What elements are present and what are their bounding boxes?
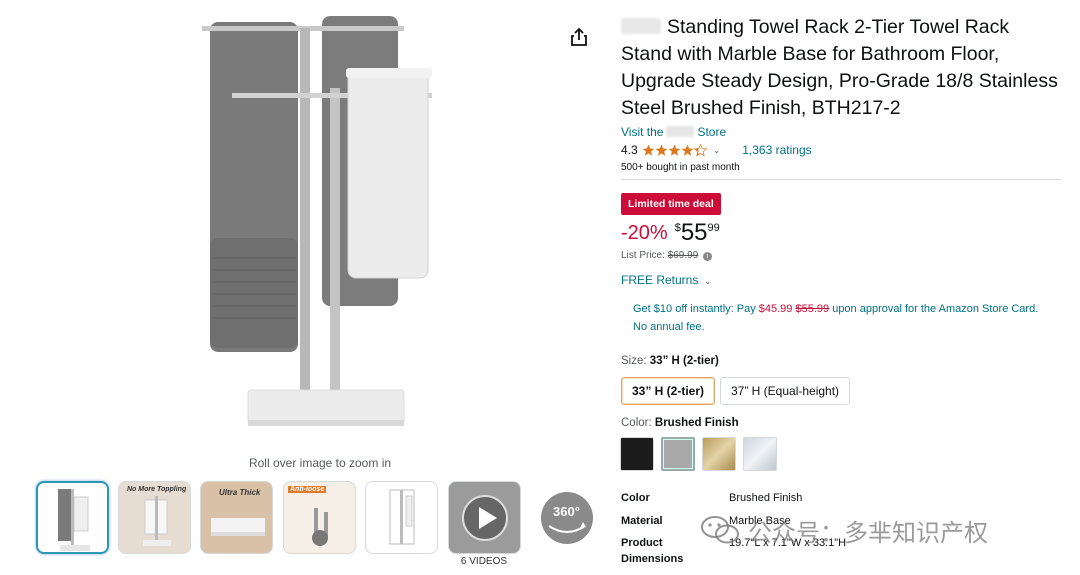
chevron-down-icon[interactable]: ⌄ bbox=[713, 145, 721, 156]
play-icon bbox=[462, 495, 508, 541]
card-offer-text: upon approval for the Amazon Store Card. bbox=[829, 303, 1039, 315]
card-offer-text: Get $10 off instantly: Pay bbox=[633, 303, 759, 315]
size-selected-value: 33” H (2-tier) bbox=[649, 355, 719, 367]
ratings-count-link[interactable]: 1,363 ratings bbox=[742, 143, 811, 157]
star-full-icon bbox=[642, 144, 655, 156]
color-swatch-silver[interactable] bbox=[743, 437, 777, 471]
thumb-caption: Anti-loose bbox=[288, 486, 327, 493]
free-returns-link[interactable]: FREE Returns ⌄ bbox=[621, 273, 711, 287]
color-swatch-brushed[interactable] bbox=[661, 437, 695, 471]
star-full-icon bbox=[655, 144, 668, 156]
thumb-dimension-image bbox=[389, 489, 415, 545]
thumbnail-4[interactable]: Anti-loose bbox=[283, 481, 356, 554]
size-label: Size: 33” H (2-tier) bbox=[621, 355, 719, 367]
product-title: Standing Towel Rack 2-Tier Towel Rack St… bbox=[621, 14, 1061, 122]
price-fraction: 99 bbox=[707, 222, 720, 234]
thumb-caption: 360° bbox=[553, 504, 580, 519]
discount-percent: -20% bbox=[621, 222, 668, 244]
thumb-caption: No More Toppling bbox=[127, 486, 187, 493]
thumbnail-5[interactable] bbox=[365, 481, 438, 554]
star-full-icon bbox=[668, 144, 681, 156]
size-option-37-equal[interactable]: 37” H (Equal-height) bbox=[720, 377, 851, 405]
list-price: List Price: $69.99 i bbox=[621, 250, 713, 261]
star-full-icon bbox=[681, 144, 694, 156]
rating-value: 4.3 bbox=[621, 143, 638, 157]
size-label-text: Size: bbox=[621, 355, 647, 367]
thumbnail-video[interactable] bbox=[448, 481, 521, 554]
card-offer-new-price: $45.99 bbox=[758, 303, 793, 315]
color-swatch-gold[interactable] bbox=[702, 437, 736, 471]
zoom-hint: Roll over image to zoom in bbox=[248, 456, 392, 470]
star-rating[interactable] bbox=[642, 143, 707, 157]
spec-key: Material bbox=[621, 515, 663, 527]
color-label-text: Color: bbox=[621, 417, 652, 429]
color-label: Color: Brushed Finish bbox=[621, 417, 739, 429]
share-icon[interactable] bbox=[568, 26, 590, 48]
redacted-store-name bbox=[666, 126, 695, 137]
product-title-text: Standing Towel Rack 2-Tier Towel Rack St… bbox=[621, 16, 1058, 119]
list-price-value: $69.99 bbox=[667, 250, 699, 261]
spec-value: 19.7"L x 7.1"W x 33.1"H bbox=[729, 537, 847, 549]
thumbnail-360[interactable]: 360° bbox=[530, 481, 603, 554]
main-product-image[interactable] bbox=[180, 8, 470, 448]
visit-store-link[interactable]: Visit the Store bbox=[621, 125, 726, 139]
star-partial-icon bbox=[693, 143, 707, 157]
spec-key: Product Dimensions bbox=[621, 537, 684, 565]
size-option-33-2tier[interactable]: 33” H (2-tier) bbox=[621, 377, 716, 405]
free-returns-label: FREE Returns bbox=[621, 273, 699, 287]
limited-deal-badge: Limited time deal bbox=[621, 193, 721, 215]
redacted-brand bbox=[621, 18, 661, 34]
price-row: -20% $ 55 99 bbox=[621, 218, 720, 248]
thumbnail-2[interactable]: No More Toppling bbox=[118, 481, 191, 554]
videos-count-label: 6 VIDEOS bbox=[460, 556, 508, 567]
bought-past-month: 500+ bought in past month bbox=[621, 162, 740, 173]
thumbnail-1[interactable] bbox=[36, 481, 109, 554]
thumb-caption: Ultra Thick bbox=[219, 488, 261, 497]
spec-key: Color bbox=[621, 492, 650, 504]
price-whole: 55 bbox=[680, 219, 708, 246]
color-selected-value: Brushed Finish bbox=[654, 417, 739, 429]
card-offer-old-price: $55.99 bbox=[795, 303, 830, 315]
spec-value: Brushed Finish bbox=[729, 492, 803, 504]
info-icon[interactable]: i bbox=[703, 252, 713, 261]
chevron-down-icon: ⌄ bbox=[704, 277, 712, 286]
list-price-label: List Price: bbox=[621, 250, 665, 261]
divider bbox=[621, 179, 1061, 180]
store-suffix: Store bbox=[697, 125, 727, 139]
color-swatch-black[interactable] bbox=[620, 437, 654, 471]
store-prefix: Visit the bbox=[621, 125, 664, 139]
thumbnail-3[interactable]: Ultra Thick bbox=[200, 481, 273, 554]
thumb-rack-image bbox=[58, 489, 90, 551]
spec-value: Marble Base bbox=[729, 515, 791, 527]
card-offer-note: No annual fee. bbox=[633, 321, 705, 333]
rating-row: 4.3 ⌄ 1,363 ratings bbox=[621, 142, 812, 158]
store-card-offer[interactable]: Get $10 off instantly: Pay $45.99 $55.99… bbox=[633, 300, 1063, 336]
